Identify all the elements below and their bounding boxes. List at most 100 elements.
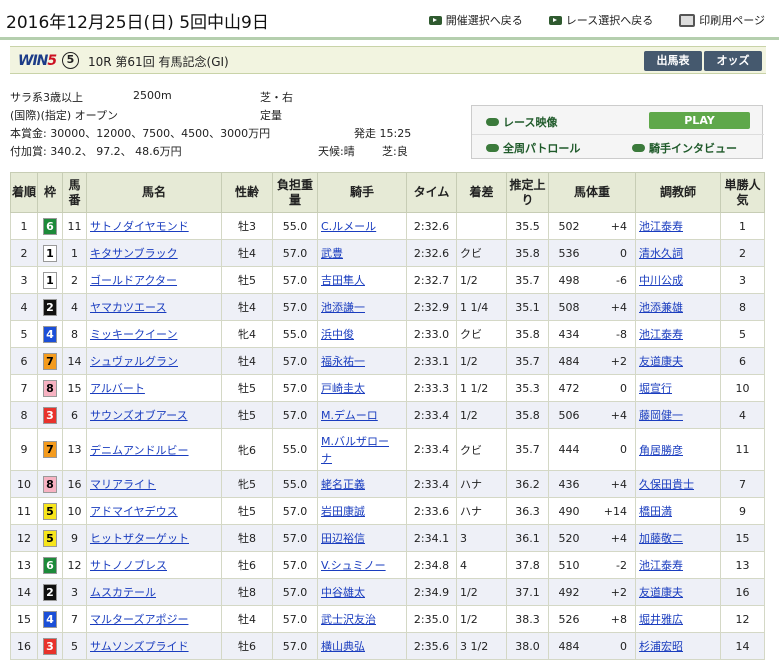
trainer-link[interactable]: 杉浦宏昭 [639, 640, 683, 653]
trainer-link[interactable]: 池江泰寿 [639, 328, 683, 341]
trainer-link[interactable]: 清水久詞 [639, 247, 683, 260]
jockey-link[interactable]: 横山典弘 [321, 640, 365, 653]
horse-link[interactable]: マルターズアポジー [90, 613, 188, 626]
weather: 天候:晴 [318, 145, 355, 158]
odds-button[interactable]: オッズ [704, 51, 762, 71]
jockey-link[interactable]: 岩田康誠 [321, 505, 365, 518]
cell-pos: 1 [10, 212, 38, 240]
table-row: 3 1 2 ゴールドアクター 牡5 57.0 吉田隼人 2:32.7 1/2 35.7 498 -6 中… [10, 266, 765, 294]
body-weight: 498 [558, 273, 580, 287]
cell-num: 12 [62, 551, 87, 579]
cell-num: 9 [62, 524, 87, 552]
trainer-link[interactable]: 角居勝彦 [639, 444, 683, 457]
cell-trainer: 池江泰寿 [635, 551, 721, 579]
cell-sexage: 牡5 [221, 497, 273, 525]
body-weight: 492 [558, 585, 580, 599]
horse-link[interactable]: サウンズオブアース [90, 409, 188, 422]
trainer-link[interactable]: 堀井雅広 [639, 613, 683, 626]
jockey-link[interactable]: 浜中俊 [321, 328, 354, 341]
jockey-link[interactable]: 戸崎圭太 [321, 382, 365, 395]
win5-leg-number: 5 [62, 52, 79, 69]
cell-popularity: 7 [720, 470, 765, 498]
printer-icon [679, 13, 696, 27]
cell-bodyweight: 444 0 [548, 428, 636, 471]
trainer-link[interactable]: 友道康夫 [639, 586, 683, 599]
cell-num: 13 [62, 428, 87, 471]
trainer-link[interactable]: 中川公成 [639, 274, 683, 287]
horse-link[interactable]: サムソンズプライド [90, 640, 189, 653]
jockey-link[interactable]: 蛯名正義 [321, 478, 365, 491]
trainer-link[interactable]: 久保田貴士 [639, 478, 694, 491]
trainer-link[interactable]: 加藤敬二 [639, 532, 683, 545]
horse-link[interactable]: ゴールドアクター [90, 274, 177, 287]
jockey-link[interactable]: M.バルザローナ [321, 433, 391, 467]
weight-change: -6 [616, 273, 627, 287]
cell-bodyweight: 498 -6 [548, 266, 636, 294]
trainer-link[interactable]: 池江泰寿 [639, 559, 683, 572]
weight-change: +14 [603, 504, 627, 518]
horse-link[interactable]: サトノダイヤモンド [90, 220, 189, 233]
horse-link[interactable]: マリアライト [90, 478, 156, 491]
cell-popularity: 5 [720, 320, 765, 348]
jockey-link[interactable]: 中谷雄太 [321, 586, 365, 599]
back-to-meeting-link[interactable]: 開催選択へ戻る [428, 12, 523, 28]
trainer-link[interactable]: 藤岡健一 [639, 409, 683, 422]
jockey-link[interactable]: V.シュミノー [321, 559, 386, 572]
print-page-link[interactable]: 印刷用ページ [679, 12, 765, 28]
cell-jockey: 吉田隼人 [317, 266, 407, 294]
trainer-link[interactable]: 堀宣行 [639, 382, 672, 395]
horse-link[interactable]: シュヴァルグラン [90, 355, 178, 368]
jockey-link[interactable]: M.デムーロ [321, 409, 378, 422]
weight-change: +8 [610, 612, 627, 626]
cell-weight: 57.0 [272, 524, 318, 552]
horse-link[interactable]: アルバート [90, 382, 145, 395]
play-button[interactable]: PLAY [649, 112, 750, 129]
weight-change: +4 [610, 219, 627, 233]
horse-link[interactable]: ヒットザターゲット [90, 532, 189, 545]
header-bodyweight: 馬体重 [548, 172, 636, 213]
cell-num: 7 [62, 605, 87, 633]
jockey-link[interactable]: 福永祐一 [321, 355, 365, 368]
trainer-link[interactable]: 池添兼雄 [639, 301, 683, 314]
jockey-link[interactable]: 吉田隼人 [321, 274, 365, 287]
cell-horse: ミッキークイーン [86, 320, 222, 348]
back-to-race-link[interactable]: レース選択へ戻る [548, 12, 653, 28]
jockey-link[interactable]: 田辺裕信 [321, 532, 365, 545]
body-weight: 490 [558, 504, 580, 518]
entries-button[interactable]: 出馬表 [644, 51, 702, 71]
waku-badge: 8 [43, 379, 57, 397]
race-course: 芝・右 [260, 91, 293, 104]
cell-last3f: 35.7 [506, 347, 549, 375]
body-weight: 484 [558, 639, 580, 653]
jockey-interview-link[interactable]: 騎手インタビュー [632, 140, 737, 156]
trainer-link[interactable]: 橋田満 [639, 505, 672, 518]
weight-change: 0 [620, 246, 627, 260]
body-weight: 502 [558, 219, 580, 233]
cell-time: 2:33.4 [406, 470, 457, 498]
jockey-link[interactable]: 武士沢友治 [321, 613, 376, 626]
horse-link[interactable]: ムスカテール [90, 586, 156, 599]
patrol-video-link[interactable]: 全周パトロール [486, 140, 580, 156]
cell-waku: 5 [37, 497, 63, 525]
trainer-link[interactable]: 友道康夫 [639, 355, 683, 368]
cell-bodyweight: 492 +2 [548, 578, 636, 606]
jockey-link[interactable]: 武豊 [321, 247, 343, 260]
race-video-link[interactable]: レース映像 [486, 114, 557, 130]
table-row: 16 3 5 サムソンズプライド 牡6 57.0 横山典弘 2:35.6 3 1/2 38.0 48… [10, 632, 765, 660]
cell-margin: 1/2 [456, 266, 507, 294]
video-icon [486, 118, 499, 126]
horse-link[interactable]: ヤマカツエース [90, 301, 166, 314]
horse-link[interactable]: キタサンブラック [90, 247, 178, 260]
cell-num: 1 [62, 239, 87, 267]
horse-link[interactable]: アドマイヤデウス [90, 505, 178, 518]
horse-link[interactable]: ミッキークイーン [90, 328, 177, 341]
trainer-link[interactable]: 池江泰寿 [639, 220, 683, 233]
cell-sexage: 牡4 [221, 239, 273, 267]
jockey-link[interactable]: C.ルメール [321, 220, 376, 233]
cell-margin: ハナ [456, 497, 507, 525]
cell-last3f: 35.1 [506, 293, 549, 321]
cell-trainer: 久保田貴士 [635, 470, 721, 498]
jockey-link[interactable]: 池添謙一 [321, 301, 365, 314]
horse-link[interactable]: サトノノブレス [90, 559, 167, 572]
horse-link[interactable]: デニムアンドルビー [90, 444, 189, 457]
